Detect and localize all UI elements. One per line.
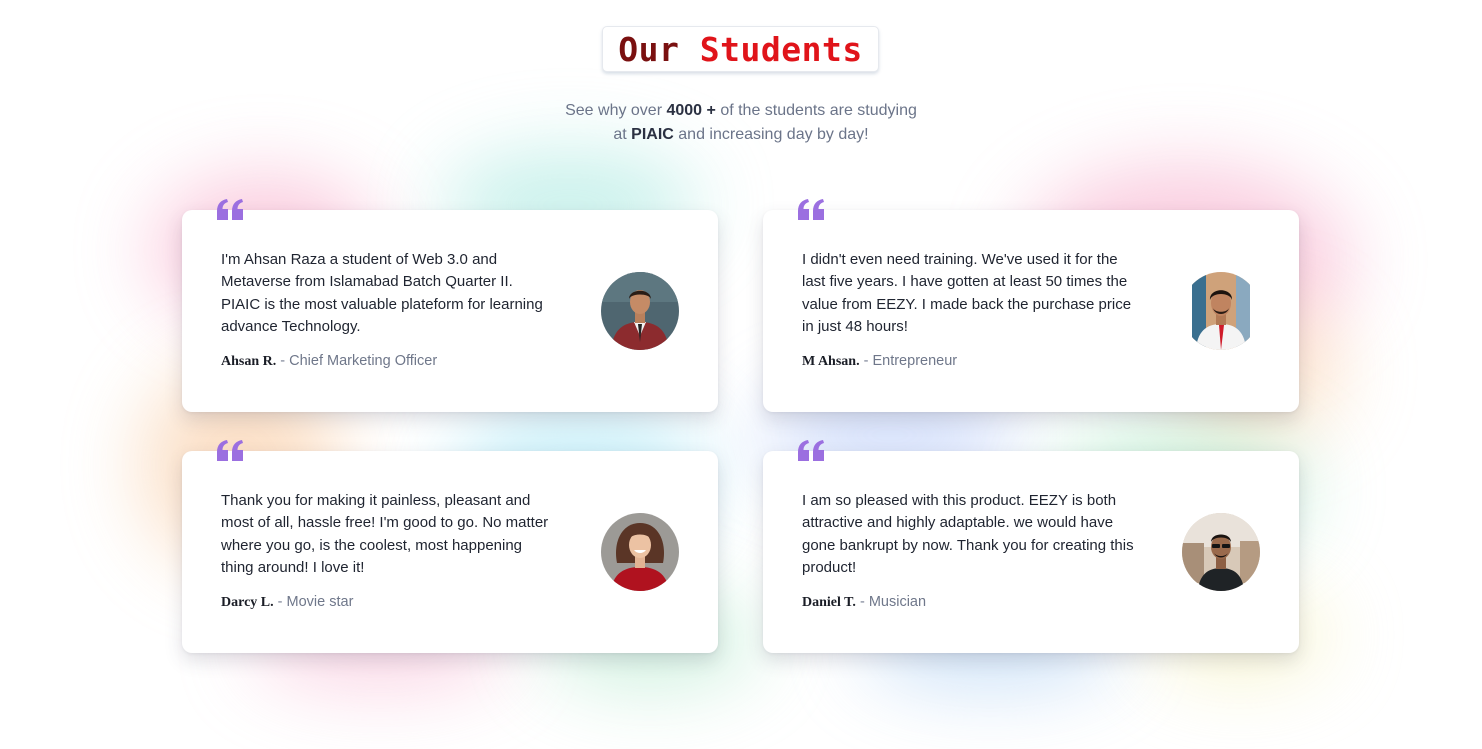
author-name: Darcy L. xyxy=(221,595,274,610)
testimonial-author: Ahsan R. - Chief Marketing Officer xyxy=(221,353,437,370)
testimonial-author: M Ahsan. - Entrepreneur xyxy=(802,353,957,370)
subtitle-count: 4000 + xyxy=(666,102,716,119)
author-role: Movie star xyxy=(286,594,354,610)
section-subtitle: See why over 4000 + of the students are … xyxy=(441,99,1041,147)
testimonial-author: Darcy L. - Movie star xyxy=(221,594,353,611)
author-separator: - xyxy=(855,594,869,610)
avatar xyxy=(601,272,679,350)
avatar-man-sunglasses-icon xyxy=(1182,513,1260,591)
author-name: Daniel T. xyxy=(802,595,856,610)
author-separator: - xyxy=(273,594,287,610)
author-role: Musician xyxy=(868,594,927,610)
quote-icon xyxy=(798,440,824,461)
quote-icon xyxy=(217,440,243,461)
title-word-students: Students xyxy=(699,29,863,69)
testimonials-section: Our Students See why over 4000 + of the … xyxy=(0,0,1482,749)
testimonial-card: I am so pleased with this product. EEZY … xyxy=(763,440,1299,653)
avatar-man-red-tie-icon xyxy=(1182,272,1260,350)
avatar xyxy=(601,513,679,591)
avatar xyxy=(1182,272,1260,350)
subtitle-mid: of the students are studying xyxy=(715,102,917,119)
author-separator: - xyxy=(276,353,290,369)
testimonial-text: I didn't even need training. We've used … xyxy=(802,251,1132,335)
subtitle-at: at xyxy=(613,126,632,143)
author-role: Entrepreneur xyxy=(872,353,958,369)
avatar xyxy=(1182,513,1260,591)
testimonial-card: Thank you for making it painless, pleasa… xyxy=(182,440,718,653)
title-word-our: Our xyxy=(618,29,680,69)
section-title-box: Our Students xyxy=(602,26,879,72)
author-name: Ahsan R. xyxy=(221,354,277,369)
author-name: M Ahsan. xyxy=(802,354,860,369)
avatar-man-red-jacket-icon xyxy=(601,272,679,350)
testimonial-text: I am so pleased with this product. EEZY … xyxy=(802,492,1134,576)
author-role: Chief Marketing Officer xyxy=(289,353,438,369)
author-separator: - xyxy=(859,353,873,369)
subtitle-suffix: and increasing day by day! xyxy=(673,126,869,143)
subtitle-prefix: See why over xyxy=(565,102,667,119)
section-title: Our Students xyxy=(618,30,862,69)
subtitle-org: PIAIC xyxy=(631,126,674,143)
testimonial-card: I'm Ahsan Raza a student of Web 3.0 and … xyxy=(182,199,718,412)
quote-icon xyxy=(798,199,824,220)
testimonial-text: Thank you for making it painless, pleasa… xyxy=(221,492,549,576)
testimonial-author: Daniel T. - Musician xyxy=(802,594,926,611)
avatar-woman-red-top-icon xyxy=(601,513,679,591)
testimonial-text: I'm Ahsan Raza a student of Web 3.0 and … xyxy=(221,251,543,335)
quote-icon xyxy=(217,199,243,220)
testimonial-card: I didn't even need training. We've used … xyxy=(763,199,1299,412)
